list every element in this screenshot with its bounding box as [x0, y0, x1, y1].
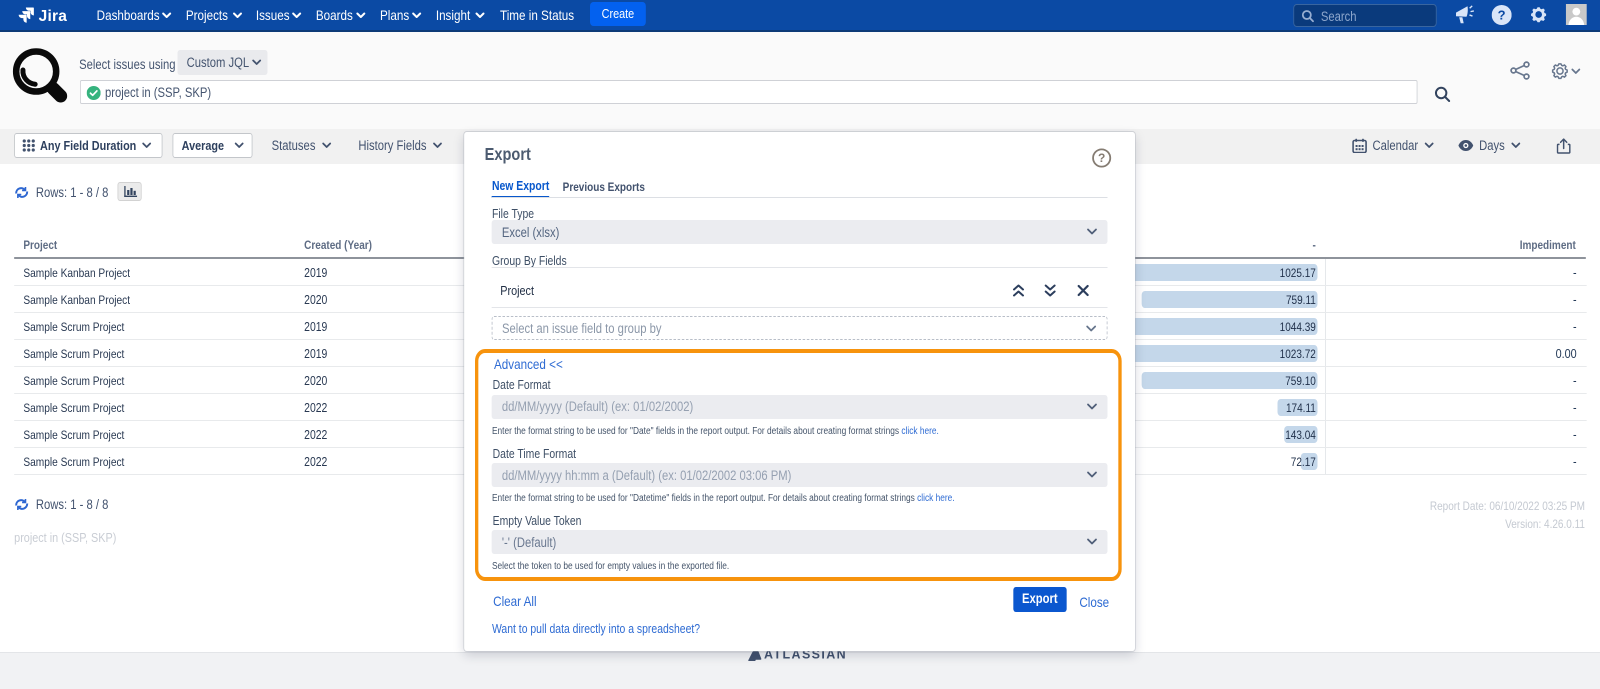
svg-text:?: ? [1498, 7, 1506, 22]
svg-text:Jira: Jira [39, 8, 68, 25]
svg-text:?: ? [1098, 151, 1105, 165]
